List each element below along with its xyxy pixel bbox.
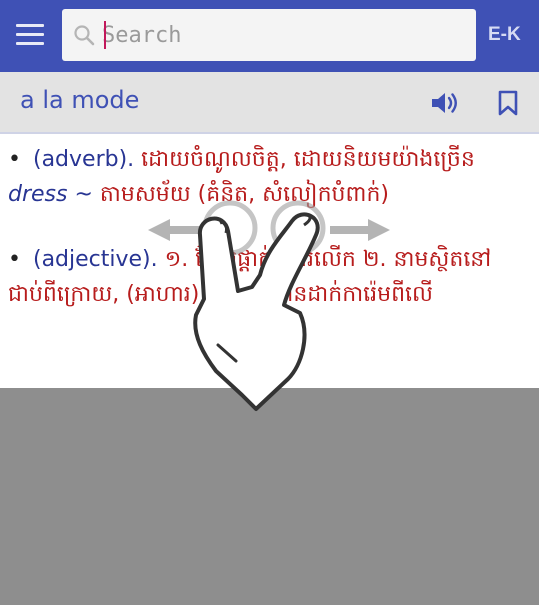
menu-button[interactable] bbox=[16, 24, 44, 46]
text-cursor bbox=[104, 21, 106, 49]
part-of-speech: (adverb). bbox=[32, 147, 135, 172]
definition-entry: • (adjective). ១. ដែលផ្ដាក់ផ្លាក់រលើក ២. … bbox=[8, 242, 528, 312]
definition-text: ដោយចំណូលចិត្ត, ដោយនិយមយ៉ាងច្រើន bbox=[141, 147, 475, 172]
hamburger-line bbox=[16, 24, 44, 27]
definition-panel: • (adverb). ដោយចំណូលចិត្ត, ដោយនិយមយ៉ាងច្រ… bbox=[0, 134, 539, 388]
search-box[interactable] bbox=[62, 9, 476, 61]
hamburger-line bbox=[16, 42, 44, 45]
definition-entry: • (adverb). ដោយចំណូលចិត្ត, ដោយនិយមយ៉ាងច្រ… bbox=[8, 142, 528, 212]
hamburger-line bbox=[16, 33, 44, 36]
definition-text: មានដាក់ការ៉េមពីលើ bbox=[272, 282, 433, 307]
language-toggle-button[interactable]: E-K bbox=[488, 24, 521, 46]
bullet: • bbox=[8, 147, 21, 172]
tilde-mark: ~ bbox=[74, 182, 93, 207]
search-input[interactable] bbox=[102, 15, 462, 55]
headword-title: a la mode bbox=[20, 86, 140, 114]
example-word: dress bbox=[8, 182, 68, 207]
search-icon bbox=[74, 25, 95, 46]
bookmark-icon[interactable] bbox=[497, 90, 519, 116]
tilde-mark: ~ bbox=[246, 282, 266, 307]
example-word: pie bbox=[206, 282, 240, 307]
part-of-speech: (adjective). bbox=[32, 247, 158, 272]
app-bar: E-K bbox=[0, 0, 539, 72]
headword-bar: a la mode bbox=[0, 72, 539, 134]
speaker-icon[interactable] bbox=[430, 90, 460, 116]
definition-text: តាមសម័យ (គំនិត, សំលៀកបំពាក់) bbox=[99, 182, 389, 207]
bullet: • bbox=[8, 247, 21, 272]
